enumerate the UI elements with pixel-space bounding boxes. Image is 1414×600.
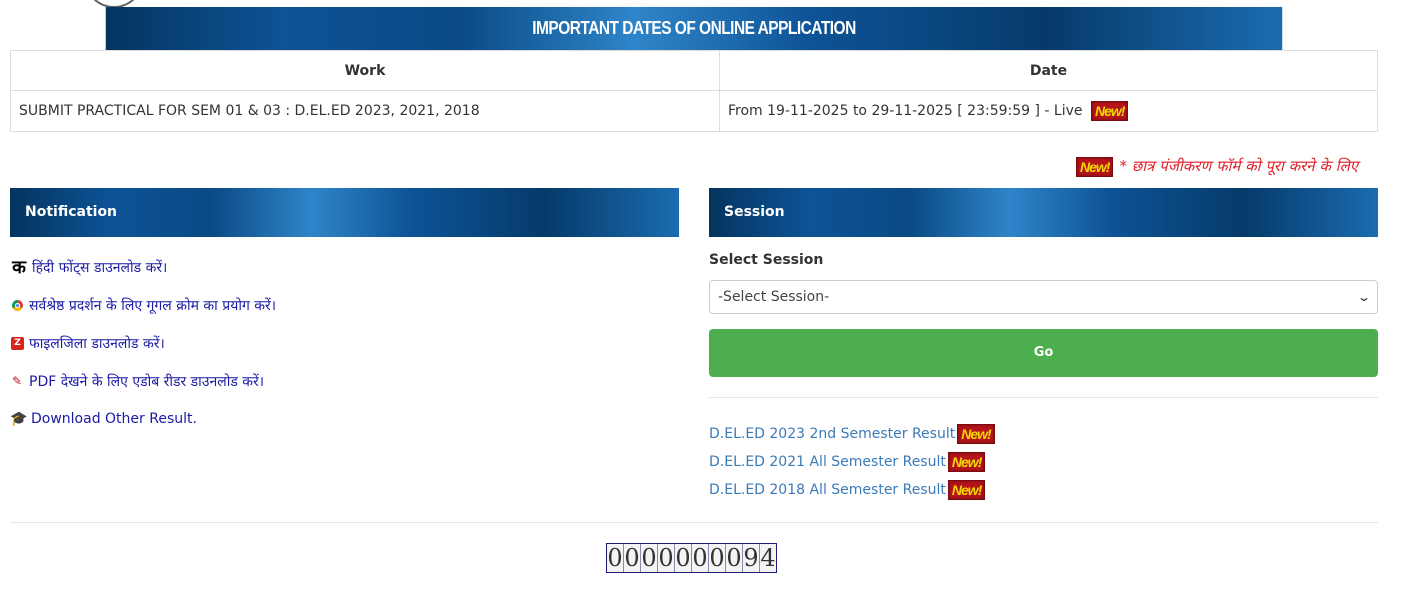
new-badge: New! (1076, 156, 1114, 177)
date-text: From 19-11-2025 to 29-11-2025 [ 23:59:59… (728, 103, 1083, 119)
google-chrome-link[interactable]: सर्वश्रेष्ठ प्रदर्शन के लिए गूगल क्रोम क… (29, 296, 276, 315)
counter-digit: 0 (624, 544, 641, 572)
list-item[interactable]: सर्वश्रेष्ठ प्रदर्शन के लिए गूगल क्रोम क… (10, 286, 670, 324)
new-badge: New! (957, 424, 995, 444)
session-select-value: -Select Session- (718, 289, 830, 305)
table-row: SUBMIT PRACTICAL FOR SEM 01 & 03 : D.EL.… (10, 90, 1378, 132)
important-dates-table: Work Date SUBMIT PRACTICAL FOR SEM 01 & … (10, 50, 1378, 132)
date-cell: From 19-11-2025 to 29-11-2025 [ 23:59:59… (719, 90, 1378, 132)
adobe-reader-download-link[interactable]: PDF देखने के लिए एडोब रीडर डाउनलोड करें। (29, 372, 264, 391)
hindi-fonts-download-link[interactable]: हिंदी फोंट्स डाउनलोड करें। (32, 258, 167, 277)
list-item[interactable]: Z फाइलजिला डाउनलोड करें। (10, 324, 670, 362)
counter-digit: 0 (692, 544, 709, 572)
work-cell: SUBMIT PRACTICAL FOR SEM 01 & 03 : D.EL.… (10, 90, 720, 132)
notification-heading: Notification (10, 188, 679, 237)
important-dates-title: IMPORTANT DATES OF ONLINE APPLICATION (105, 7, 1283, 50)
counter-digit: 4 (760, 544, 776, 572)
adobe-pdf-icon: ✎ (11, 374, 23, 388)
important-dates-section: IMPORTANT DATES OF ONLINE APPLICATION Wo… (10, 7, 1378, 132)
column-header-work: Work (10, 50, 720, 91)
counter-digit: 9 (743, 544, 760, 572)
list-item[interactable]: क हिंदी फोंट्स डाउनलोड करें। (10, 248, 670, 286)
list-item[interactable]: 🎓 Download Other Result. (10, 400, 670, 438)
scrolling-notice-text: * छात्र पंजीकरण फॉर्म को पूरा करने के लि… (1119, 157, 1359, 175)
visitor-counter: 0000000094 (606, 543, 777, 573)
filezilla-icon: Z (11, 336, 24, 350)
download-other-result-link[interactable]: Download Other Result. (31, 411, 197, 427)
go-button[interactable]: Go (709, 329, 1378, 377)
filezilla-download-link[interactable]: फाइलजिला डाउनलोड करें। (29, 334, 165, 353)
column-header-date: Date (719, 50, 1378, 91)
select-session-label: Select Session (709, 252, 824, 268)
divider (10, 522, 1378, 523)
result-link-deled-2021[interactable]: D.EL.ED 2021 All Semester Result (709, 454, 946, 470)
list-item: D.EL.ED 2021 All Semester Result New! (709, 448, 995, 476)
graduation-cap-icon: 🎓 (10, 411, 28, 427)
list-item: D.EL.ED 2018 All Semester Result New! (709, 476, 995, 504)
new-badge: New! (947, 452, 986, 472)
counter-digit: 0 (709, 544, 726, 572)
counter-digit: 0 (658, 544, 675, 572)
counter-digit: 0 (675, 544, 692, 572)
session-select[interactable]: -Select Session- ⌄ (709, 280, 1378, 314)
result-link-deled-2018[interactable]: D.EL.ED 2018 All Semester Result (709, 482, 946, 498)
hindi-font-icon: क (12, 257, 26, 278)
list-item[interactable]: ✎ PDF देखने के लिए एडोब रीडर डाउनलोड करे… (10, 362, 670, 400)
table-header-row: Work Date (10, 50, 1378, 91)
counter-digit: 0 (726, 544, 743, 572)
chevron-down-icon: ⌄ (1356, 290, 1372, 304)
new-badge: New! (1090, 101, 1129, 121)
session-heading: Session (709, 188, 1378, 237)
result-link-deled-2023[interactable]: D.EL.ED 2023 2nd Semester Result (709, 426, 955, 442)
scrolling-notice[interactable]: New! * छात्र पंजीकरण फॉर्म को पूरा करने क… (1076, 154, 1378, 178)
new-badge: New! (947, 480, 986, 500)
divider (709, 397, 1378, 398)
counter-digit: 0 (641, 544, 658, 572)
chrome-icon (12, 299, 23, 311)
list-item: D.EL.ED 2023 2nd Semester Result New! (709, 420, 995, 448)
result-links: D.EL.ED 2023 2nd Semester Result New! D.… (709, 420, 995, 504)
counter-digit: 0 (607, 544, 624, 572)
notification-list: क हिंदी फोंट्स डाउनलोड करें। सर्वश्रेष्ठ… (10, 248, 670, 438)
